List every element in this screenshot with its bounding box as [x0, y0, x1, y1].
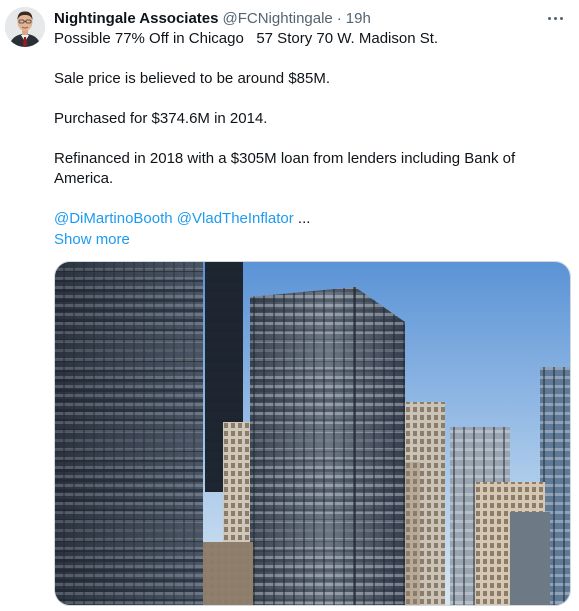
avatar[interactable] — [5, 7, 45, 47]
more-dots-icon — [546, 16, 564, 20]
tweet-line-sale-price: Sale price is believed to be around $85M… — [54, 70, 331, 87]
skyscraper-photo — [55, 262, 570, 605]
profile-photo — [5, 7, 45, 47]
ellipsis: ... — [293, 210, 311, 227]
tweet-text: Possible 77% Off in Chicago 57 Story 70 … — [54, 29, 565, 250]
tweet-line-headline: Possible 77% Off in Chicago 57 Story 70 … — [54, 30, 439, 47]
separator-dot: · — [336, 9, 342, 27]
tweet-line-purchase: Purchased for $374.6M in 2014. — [54, 110, 268, 127]
more-options-button[interactable] — [543, 8, 567, 28]
mentions-line: @DiMartinoBooth @VladTheInflator ... — [54, 209, 565, 229]
tweet-media[interactable] — [54, 261, 571, 606]
tweet-header: Nightingale Associates @FCNightingale · … — [54, 7, 539, 29]
show-more-link[interactable]: Show more — [54, 230, 565, 250]
mention-link[interactable]: @DiMartinoBooth — [54, 210, 173, 227]
tweet-card[interactable]: Nightingale Associates @FCNightingale · … — [0, 0, 579, 611]
mention-link[interactable]: @VladTheInflator — [177, 210, 294, 227]
author-handle[interactable]: @FCNightingale — [223, 10, 333, 27]
tweet-line-refinance: Refinanced in 2018 with a $305M loan fro… — [54, 150, 516, 187]
author-name[interactable]: Nightingale Associates — [54, 10, 219, 27]
timestamp[interactable]: 19h — [346, 10, 371, 27]
